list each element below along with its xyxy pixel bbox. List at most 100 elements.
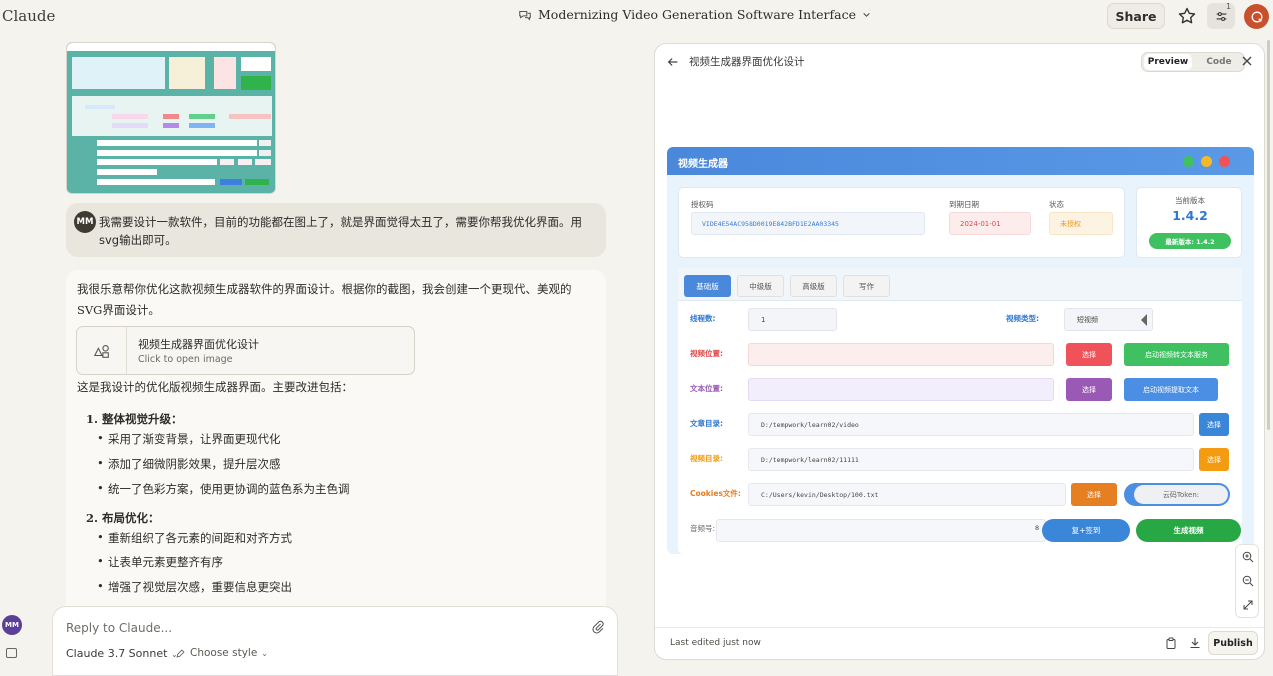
- audio-label: 音频号:: [690, 524, 716, 533]
- old-interface-image: [67, 43, 275, 193]
- model-selector[interactable]: Claude 3.7 Sonnet ⌄: [66, 647, 178, 660]
- expiry-field: 2024-01-01: [949, 212, 1031, 235]
- expand-icon[interactable]: [1242, 599, 1254, 611]
- status-label: 状态: [1049, 200, 1064, 209]
- top-bar: Claude Modernizing Video Generation Soft…: [0, 0, 1273, 32]
- generate-video-button[interactable]: 生成视频: [1136, 519, 1241, 542]
- search-icon: [1251, 11, 1262, 22]
- list-item: 让表单元素更整齐有序: [97, 554, 223, 570]
- tab-bar: 基础版 中级版 高级版 写作: [678, 268, 1242, 301]
- list-item: 添加了细微阴影效果，提升层次感: [97, 456, 280, 472]
- video-dir-select-button[interactable]: 选择: [1199, 448, 1229, 471]
- list-item: 增强了视觉层次感，重要信息更突出: [97, 579, 292, 595]
- user-message-text: 我需要设计一款软件，目前的功能都在图上了，就是界面觉得太丑了，需要你帮我优化界面…: [99, 215, 582, 247]
- video-dir-label: 视频目录:: [690, 454, 723, 463]
- reply-input[interactable]: Reply to Claude...: [66, 621, 172, 635]
- artifact-icon-box: [77, 327, 127, 374]
- app-title: 视频生成器: [678, 159, 728, 170]
- chevron-down-icon: ⌄: [261, 648, 268, 658]
- text-position-input[interactable]: [748, 378, 1054, 401]
- extract-text-button[interactable]: 启动视频提取文本: [1124, 378, 1218, 401]
- artifact-card-title: 视频生成器界面优化设计: [138, 338, 259, 351]
- audio-input[interactable]: [716, 519, 1046, 542]
- section-heading: 2. 布局优化：: [86, 511, 160, 525]
- assistant-intro-text: 我很乐意帮你优化这款视频生成器软件的界面设计。根据你的截图，我会创建一个更现代、…: [77, 282, 572, 317]
- status-badge: 未授权: [1049, 212, 1113, 235]
- section-heading: 1. 整体视觉升级：: [86, 412, 183, 426]
- window-dot-green: [1183, 156, 1194, 167]
- conversation-title-text: Modernizing Video Generation Software In…: [538, 7, 856, 22]
- sliders-icon: [1216, 11, 1226, 21]
- assistant-message: 我很乐意帮你优化这款视频生成器软件的界面设计。根据你的截图，我会创建一个更现代、…: [66, 270, 606, 630]
- text-position-select-button[interactable]: 选择: [1066, 378, 1112, 401]
- version-card: 当前版本 1.4.2 最新版本: 1.4.2: [1136, 187, 1242, 258]
- back-arrow-icon[interactable]: [666, 55, 680, 69]
- video-type-label: 视频类型:: [1006, 314, 1039, 323]
- list-item: 重新组织了各元素的间距和对齐方式: [97, 530, 292, 546]
- sidebar-toggle-icon[interactable]: [6, 648, 17, 658]
- artifact-panel: 视频生成器界面优化设计 Preview Code 视频生成器 授权码 VIDE4…: [654, 43, 1265, 660]
- tab-advanced[interactable]: 高级版: [790, 275, 837, 297]
- publish-button[interactable]: Publish: [1208, 631, 1258, 655]
- token-field[interactable]: 云码Token:: [1134, 485, 1228, 504]
- license-code-label: 授权码: [691, 200, 714, 209]
- tools-count-badge: 1: [1226, 2, 1232, 11]
- share-button[interactable]: Share: [1107, 3, 1165, 29]
- style-selector[interactable]: Choose style ⌄: [175, 647, 268, 659]
- tab-preview[interactable]: Preview: [1144, 54, 1192, 70]
- tab-writing[interactable]: 写作: [843, 275, 890, 297]
- star-icon[interactable]: [1177, 6, 1197, 26]
- view-toggle: Preview Code: [1141, 52, 1245, 72]
- chat-bubbles-icon: [519, 10, 531, 21]
- article-dir-select-button[interactable]: 选择: [1199, 413, 1229, 436]
- token-toggle[interactable]: 云码Token:: [1124, 483, 1230, 506]
- sidebar-avatar[interactable]: MM: [2, 615, 22, 635]
- user-avatar: MM: [74, 211, 96, 233]
- zoom-in-icon[interactable]: [1242, 551, 1254, 563]
- window-dot-yellow: [1201, 156, 1212, 167]
- video-position-select-button[interactable]: 选择: [1066, 343, 1112, 366]
- expiry-label: 到期日期: [949, 200, 979, 209]
- version-number: 1.4.2: [1172, 208, 1208, 223]
- close-icon[interactable]: [1241, 55, 1253, 67]
- cookies-select-button[interactable]: 选择: [1071, 483, 1117, 506]
- account-avatar[interactable]: [1244, 4, 1269, 29]
- video-type-select[interactable]: 短视频: [1064, 308, 1153, 331]
- page-scrollbar[interactable]: [1267, 40, 1270, 430]
- model-selector-label: Claude 3.7 Sonnet: [66, 647, 168, 660]
- style-selector-label: Choose style: [190, 647, 258, 659]
- settings-card: 基础版 中级版 高级版 写作 线程数: 1 视频类型: 短视频 视频位置: 选择…: [678, 268, 1242, 554]
- uploaded-screenshot-thumbnail[interactable]: [66, 42, 276, 194]
- latest-version-button[interactable]: 最新版本: 1.4.2: [1149, 233, 1231, 249]
- zoom-out-icon[interactable]: [1242, 575, 1254, 587]
- video-dir-input[interactable]: D:/tempwork/learn02/11111: [748, 448, 1194, 471]
- download-icon[interactable]: [1189, 637, 1201, 649]
- video-to-text-button[interactable]: 启动视频转文本服务: [1124, 343, 1229, 366]
- copy-icon[interactable]: [1165, 637, 1177, 649]
- license-card: 授权码 VIDE4E54AC958D0019E842BFD1E2AA03345 …: [678, 187, 1125, 258]
- brand-logo[interactable]: Claude: [2, 7, 55, 25]
- last-edited-text: Last edited just now: [670, 638, 761, 648]
- pen-icon: [176, 648, 185, 658]
- audio-suffix: 8: [1035, 524, 1040, 532]
- artifact-card[interactable]: 视频生成器界面优化设计 Click to open image: [76, 326, 415, 375]
- tab-basic[interactable]: 基础版: [684, 275, 731, 297]
- video-generator-preview: 视频生成器 授权码 VIDE4E54AC958D0019E842BFD1E2AA…: [667, 147, 1254, 554]
- license-code-field[interactable]: VIDE4E54AC958D0019E842BFD1E2AA03345: [691, 212, 925, 235]
- window-dot-red: [1219, 156, 1230, 167]
- sign-in-button[interactable]: 复+签到: [1042, 519, 1130, 542]
- video-type-value: 短视频: [1077, 315, 1098, 324]
- threads-label: 线程数:: [690, 314, 716, 323]
- tab-code[interactable]: Code: [1196, 54, 1242, 70]
- cookies-input[interactable]: C:/Users/kevin/Desktop/100.txt: [748, 483, 1066, 506]
- version-label: 当前版本: [1175, 196, 1205, 205]
- threads-input[interactable]: 1: [748, 308, 837, 331]
- conversation-title[interactable]: Modernizing Video Generation Software In…: [518, 7, 871, 22]
- tab-intermediate[interactable]: 中级版: [737, 275, 784, 297]
- zoom-controls: [1235, 544, 1259, 618]
- video-position-input[interactable]: [748, 343, 1054, 366]
- paperclip-icon[interactable]: [591, 620, 605, 634]
- cookies-label: Cookies文件:: [690, 489, 741, 498]
- article-dir-input[interactable]: D:/tempwork/learn02/video: [748, 413, 1194, 436]
- reply-composer[interactable]: Reply to Claude... Claude 3.7 Sonnet ⌄ C…: [52, 606, 618, 676]
